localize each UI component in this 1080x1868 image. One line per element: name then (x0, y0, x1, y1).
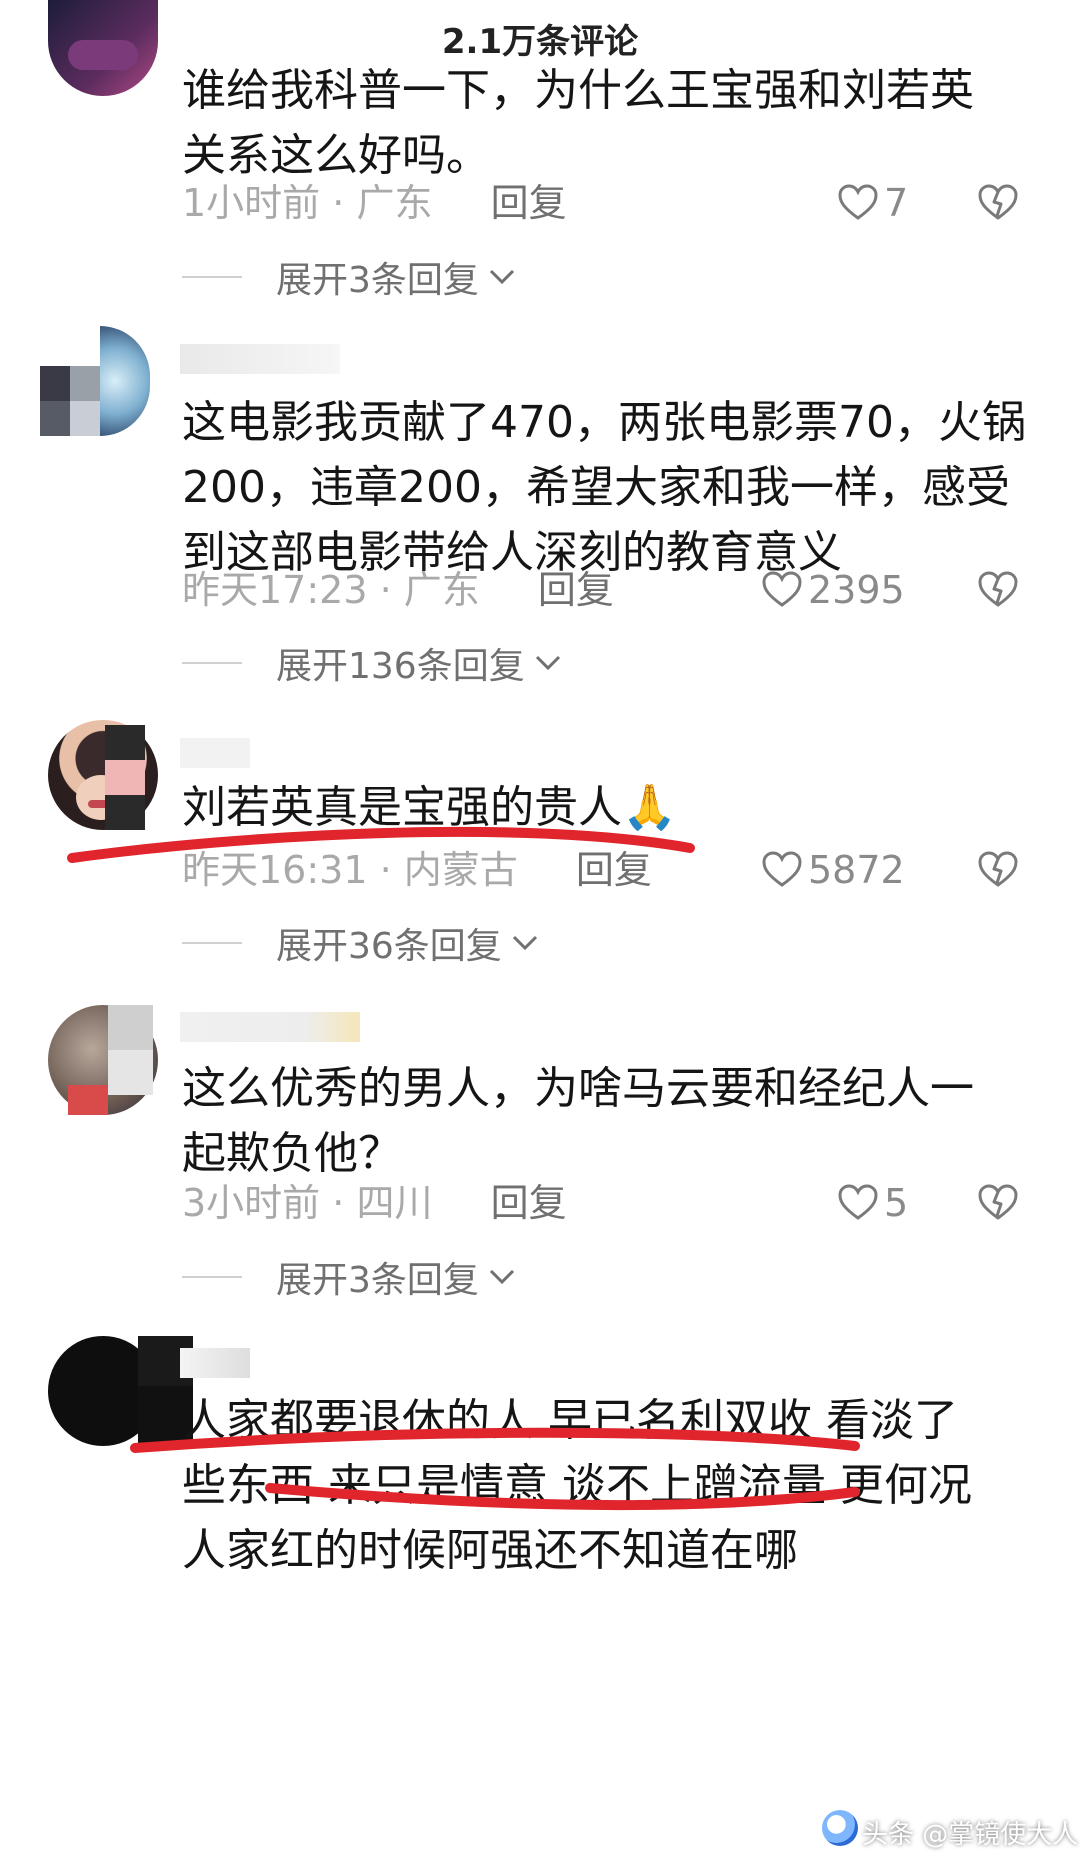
dislike-heart-icon (978, 184, 1018, 220)
dislike-button[interactable] (978, 1178, 1018, 1228)
comment-time: 1小时前 (182, 181, 321, 225)
username-blurred (180, 738, 250, 768)
watermark-logo-icon (822, 1810, 858, 1846)
expand-replies[interactable]: 展开3条回复 (182, 252, 517, 302)
meta-separator: · (332, 1181, 357, 1225)
red-underline-annotations (67, 826, 860, 1511)
heart-icon (762, 851, 802, 887)
dislike-heart-icon (978, 851, 1018, 887)
page-title: 2.1万条评论 (441, 22, 639, 62)
expand-replies[interactable]: 展开136条回复 (182, 638, 563, 688)
heart-icon (838, 1184, 878, 1220)
comment-time: 昨天17:23 (182, 568, 368, 612)
comment-text: 刘若英真是宝强的贵人🙏 (182, 782, 677, 833)
expand-label: 展开3条回复 (276, 260, 479, 301)
expand-label: 展开36条回复 (276, 926, 502, 967)
divider (182, 942, 242, 944)
like-count: 5872 (808, 848, 905, 892)
dislike-button[interactable] (978, 178, 1018, 228)
comment-meta: 3小时前 · 四川 回复 (182, 1178, 567, 1228)
dislike-heart-icon (978, 571, 1018, 607)
divider (182, 276, 242, 278)
username-blurred (180, 1012, 360, 1042)
dislike-button[interactable] (978, 565, 1018, 615)
reply-button[interactable]: 回复 (576, 848, 652, 892)
divider (182, 1276, 242, 1278)
expand-label: 展开3条回复 (276, 1260, 479, 1301)
dislike-heart-icon (978, 1184, 1018, 1220)
comment-meta: 昨天16:31 · 内蒙古 回复 (182, 845, 652, 895)
like-button[interactable]: 5 (838, 1178, 908, 1228)
like-count: 5 (884, 1181, 909, 1225)
meta-separator: · (379, 568, 404, 612)
comment-location: 四川 (356, 1181, 433, 1225)
username-blurred (105, 760, 145, 795)
comment-text: 谁给我科普一下，为什么王宝强和刘若英 关系这么好吗。 (182, 65, 974, 181)
comment-location: 内蒙古 (403, 848, 518, 892)
avatar[interactable] (48, 0, 158, 96)
comment-text: 人家都要退休的人 早已名利双收 看淡了 些东西 来只是情意 谈不上蹭流量 更何况… (182, 1395, 972, 1576)
comment-meta: 昨天17:23 · 广东 回复 (182, 565, 614, 615)
comment-location: 广东 (356, 181, 433, 225)
comment-text: 这么优秀的男人，为啥马云要和经纪人一 起欺负他？ (182, 1063, 974, 1179)
reply-button[interactable]: 回复 (491, 181, 567, 225)
avatar[interactable] (48, 1005, 158, 1115)
heart-icon (838, 184, 878, 220)
avatar[interactable] (48, 1336, 193, 1446)
divider (182, 662, 242, 664)
chevron-down-icon (489, 269, 514, 285)
reply-button[interactable]: 回复 (538, 568, 614, 612)
watermark-text: 头条 @掌镜使大人 (862, 1820, 1079, 1850)
heart-icon (762, 571, 802, 607)
comment-time: 3小时前 (182, 1181, 321, 1225)
like-count: 7 (884, 181, 909, 225)
comment-text: 这电影我贡献了470，两张电影票70，火锅 200，违章200，希望大家和我一样… (182, 397, 1026, 578)
comment-time: 昨天16:31 (182, 848, 368, 892)
expand-replies[interactable]: 展开3条回复 (182, 1252, 517, 1302)
like-button[interactable]: 2395 (762, 565, 905, 615)
username-blurred (180, 344, 340, 374)
meta-separator: · (379, 848, 404, 892)
like-count: 2395 (808, 568, 905, 612)
meta-separator: · (332, 181, 357, 225)
chevron-down-icon (512, 935, 537, 951)
reply-button[interactable]: 回复 (491, 1181, 567, 1225)
comment-meta: 1小时前 · 广东 回复 (182, 178, 567, 228)
expand-label: 展开136条回复 (276, 646, 525, 687)
chevron-down-icon (489, 1269, 514, 1285)
expand-replies[interactable]: 展开36条回复 (182, 918, 540, 968)
chevron-down-icon (535, 655, 560, 671)
avatar[interactable] (40, 326, 160, 436)
like-button[interactable]: 5872 (762, 845, 905, 895)
comment-location: 广东 (403, 568, 480, 612)
like-button[interactable]: 7 (838, 178, 908, 228)
username-blurred (180, 1348, 250, 1378)
dislike-button[interactable] (978, 845, 1018, 895)
